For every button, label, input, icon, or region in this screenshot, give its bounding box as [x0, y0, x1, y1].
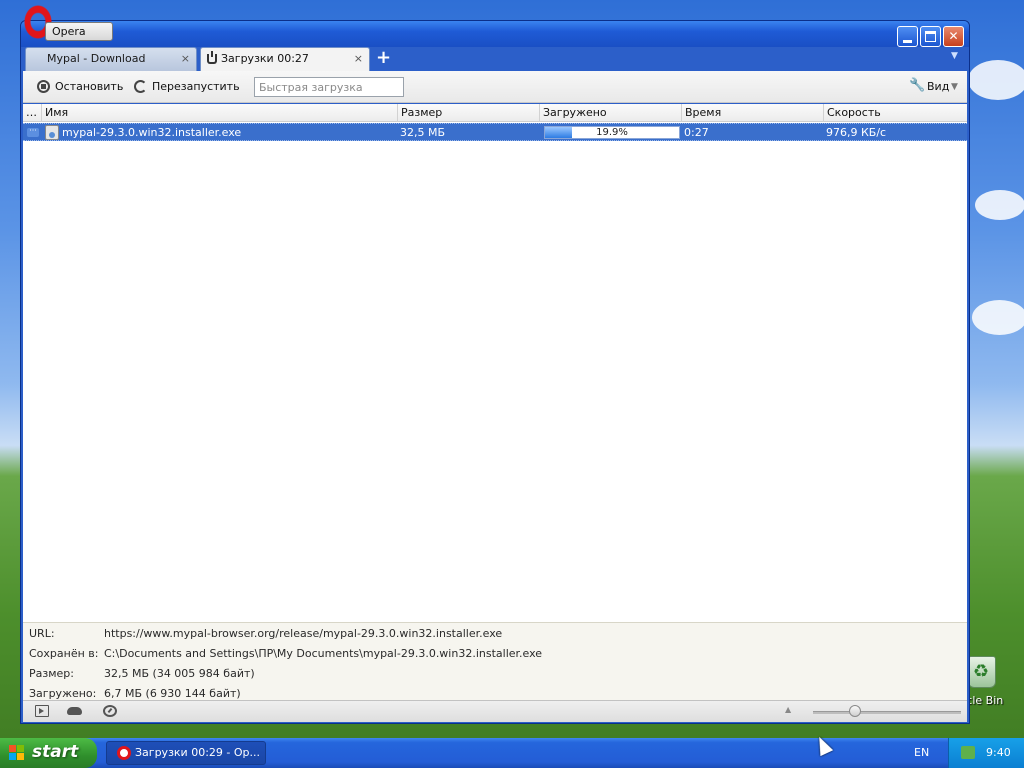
zoom-slider[interactable] [813, 711, 961, 714]
opera-icon [117, 746, 131, 760]
column-header-time[interactable]: Время [681, 104, 823, 122]
column-header-downloaded[interactable]: Загружено [539, 104, 681, 122]
cloud-icon[interactable] [67, 707, 82, 715]
network-icon[interactable] [961, 746, 975, 759]
view-label: Вид [927, 80, 950, 93]
progress-text: 19.9% [596, 127, 628, 138]
close-icon: ✕ [948, 29, 959, 43]
file-icon [45, 125, 59, 140]
tab-bar: Mypal - Download × Загрузки 00:27 × + ▼ [23, 47, 967, 71]
column-header-name[interactable]: Имя [41, 104, 397, 122]
maximize-icon [925, 31, 936, 42]
quick-download-input[interactable] [254, 77, 404, 97]
detail-value[interactable]: https://www.mypal-browser.org/release/my… [104, 626, 502, 642]
stop-label: Остановить [55, 80, 124, 93]
detail-label: Размер: [29, 667, 74, 680]
stop-button[interactable]: Остановить [37, 79, 123, 95]
system-tray: 9:40 [948, 738, 1024, 768]
table-header: … Имя Размер Загружено Время Скорость [23, 104, 967, 122]
column-header-speed[interactable]: Скорость [823, 104, 967, 122]
start-button[interactable]: start [0, 738, 97, 768]
opera-window: Opera ✕ Mypal - Download × Загрузки 00:2… [20, 5, 970, 724]
downloads-table: … Имя Размер Загружено Время Скорость ··… [23, 104, 967, 622]
file-name: mypal-29.3.0.win32.installer.exe [62, 126, 242, 139]
download-time: 0:27 [684, 126, 709, 139]
minimize-button[interactable] [897, 26, 918, 47]
column-header-size[interactable]: Размер [397, 104, 539, 122]
chevron-down-icon: ▼ [951, 82, 958, 92]
speedometer-icon[interactable] [103, 705, 117, 717]
panel-toggle-icon[interactable] [35, 705, 49, 717]
wrench-icon: 🔧 [909, 78, 926, 93]
tab-close-icon[interactable]: × [354, 48, 363, 70]
download-icon [207, 51, 217, 64]
tab-label: Mypal - Download [47, 52, 146, 65]
restart-label: Перезапустить [152, 80, 240, 93]
download-progress-bar: 19.9% [544, 126, 680, 139]
taskbar-item-opera[interactable]: Загрузки 00:29 - Op... [106, 741, 266, 765]
language-indicator[interactable]: EN [914, 738, 929, 768]
desktop-cloud [968, 60, 1024, 100]
chevron-up-icon[interactable]: ▲ [785, 705, 791, 714]
row-menu-icon[interactable]: ··· [27, 127, 39, 137]
maximize-button[interactable] [920, 26, 941, 47]
start-label: start [32, 742, 79, 762]
minimize-icon [903, 40, 912, 43]
new-tab-button[interactable]: + [376, 47, 394, 71]
zoom-slider-handle[interactable] [849, 705, 861, 717]
recycle-bin-desktop-icon[interactable]: rcle Bin [962, 656, 1024, 712]
tab-menu-chevron-icon[interactable]: ▼ [951, 51, 958, 61]
title-bar[interactable]: Opera ✕ [21, 5, 969, 47]
detail-label: Сохранён в: [29, 647, 99, 660]
status-bar: ▲ [23, 700, 967, 722]
tab-label: Загрузки 00:27 [221, 52, 309, 65]
desktop-cloud [972, 300, 1024, 335]
windows-logo-icon [9, 745, 26, 761]
close-button[interactable]: ✕ [943, 26, 964, 47]
view-menu-button[interactable]: 🔧 Вид ▼ [909, 78, 958, 95]
stop-icon [37, 80, 50, 93]
detail-label: URL: [29, 627, 55, 640]
download-details-panel: URL: https://www.mypal-browser.org/relea… [23, 622, 967, 700]
desktop-cloud [975, 190, 1024, 220]
opera-menu-button[interactable]: Opera [45, 22, 113, 41]
download-speed: 976,9 КБ/с [826, 126, 887, 139]
file-size: 32,5 МБ [400, 126, 446, 139]
detail-value[interactable]: C:\Documents and Settings\ПР\My Document… [104, 646, 542, 662]
table-row[interactable]: ··· mypal-29.3.0.win32.installer.exe 32,… [23, 123, 967, 141]
taskbar-item-label: Загрузки 00:29 - Op... [135, 746, 260, 759]
recycle-bin-icon [968, 656, 996, 688]
tab-downloads[interactable]: Загрузки 00:27 × [200, 47, 370, 71]
column-header-handle[interactable]: … [23, 104, 41, 122]
tab-close-icon[interactable]: × [181, 48, 190, 70]
restart-button[interactable]: Перезапустить [134, 79, 240, 95]
recycle-bin-label: rcle Bin [962, 694, 1004, 707]
detail-value: 32,5 МБ (34 005 984 байт) [104, 667, 255, 680]
downloads-toolbar: Остановить Перезапустить 🔧 Вид ▼ [23, 71, 967, 103]
taskbar: start Загрузки 00:29 - Op... EN 9:40 [0, 738, 1024, 768]
clock[interactable]: 9:40 [986, 738, 1011, 768]
tab-mypal-download[interactable]: Mypal - Download × [25, 47, 197, 71]
restart-icon [134, 80, 147, 93]
